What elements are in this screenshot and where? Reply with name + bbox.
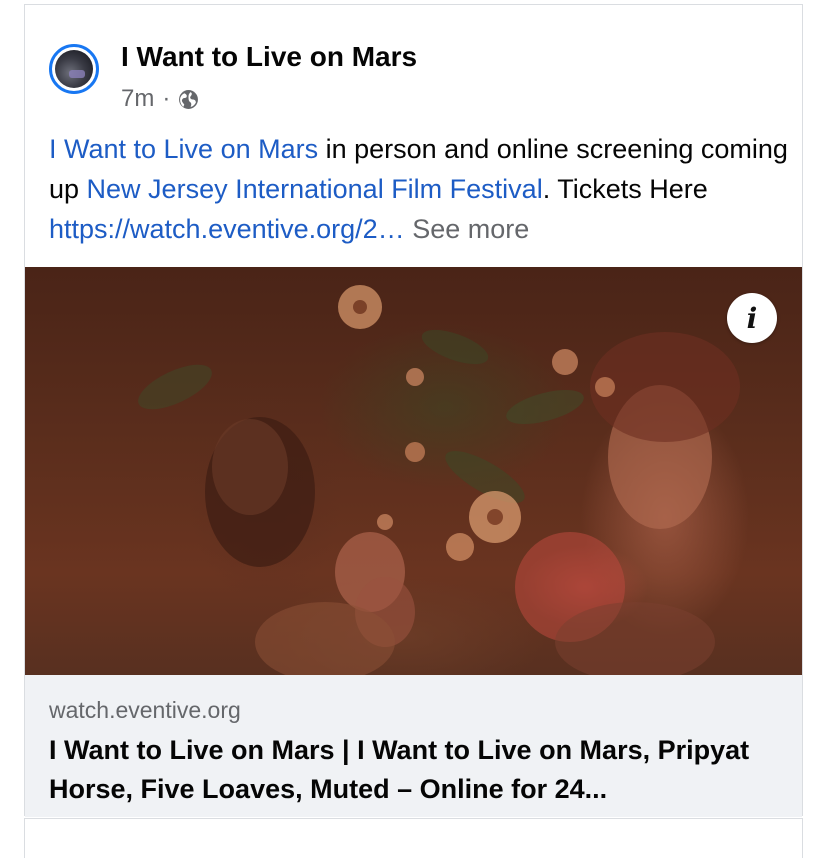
film-still-artwork: [138, 285, 740, 675]
post-text-segment: . Tickets Here: [542, 174, 708, 204]
post-text: I Want to Live on Mars in person and onl…: [49, 129, 789, 249]
post-time[interactable]: 7m: [121, 85, 154, 113]
link-preview[interactable]: watch.eventive.org I Want to Live on Mar…: [25, 675, 802, 817]
post-link-festival[interactable]: New Jersey International Film Festival: [87, 174, 543, 204]
info-icon: i: [746, 301, 758, 335]
page-name[interactable]: I Want to Live on Mars: [121, 41, 417, 73]
meta-separator: ·: [162, 85, 171, 112]
globe-icon[interactable]: [178, 89, 199, 110]
next-post-card: [24, 818, 803, 858]
see-more-link[interactable]: See more: [405, 214, 529, 244]
page-avatar[interactable]: [49, 44, 99, 94]
post-card: I Want to Live on Mars 7m · I Want to Li…: [24, 4, 803, 817]
link-preview-image[interactable]: i: [25, 267, 802, 675]
post-header: I Want to Live on Mars 7m ·: [25, 5, 802, 115]
avatar-image: [55, 50, 93, 88]
link-title: I Want to Live on Mars | I Want to Live …: [49, 735, 750, 804]
info-button[interactable]: i: [727, 293, 777, 343]
post-meta: 7m ·: [121, 85, 199, 113]
post-link-film[interactable]: I Want to Live on Mars: [49, 134, 318, 164]
link-domain: watch.eventive.org: [49, 697, 241, 723]
post-link-url[interactable]: https://watch.eventive.org/2…: [49, 214, 405, 244]
